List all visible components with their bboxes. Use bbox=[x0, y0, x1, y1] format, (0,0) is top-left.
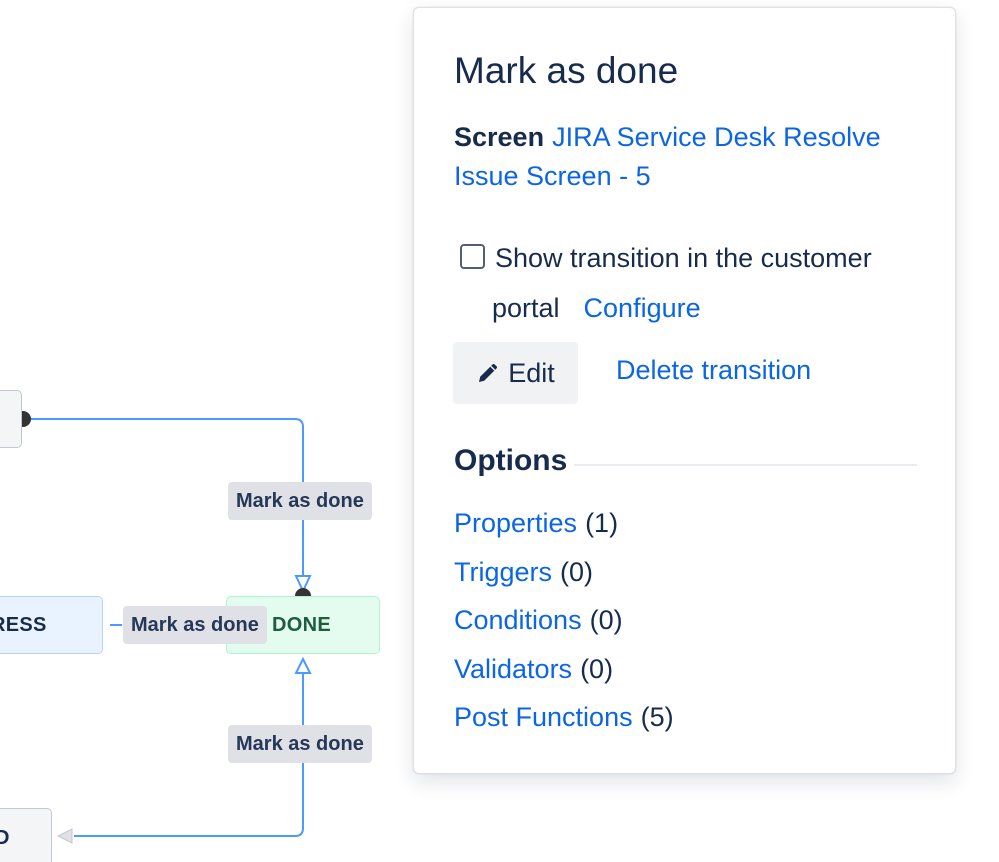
option-post-functions-count: (5) bbox=[640, 702, 674, 732]
status-node-bottom[interactable]: D bbox=[0, 808, 52, 862]
edit-button[interactable]: Edit bbox=[453, 342, 578, 404]
delete-transition-link[interactable]: Delete transition bbox=[616, 355, 811, 386]
screen-info: Screen JIRA Service Desk Resolve Issue Sc… bbox=[454, 118, 924, 196]
screen-label: Screen bbox=[454, 122, 545, 152]
status-bottom-label: D bbox=[0, 827, 10, 850]
status-node-top[interactable] bbox=[0, 390, 22, 448]
option-conditions-link[interactable]: Conditions bbox=[454, 605, 582, 635]
show-in-portal-checkbox[interactable] bbox=[460, 244, 485, 270]
status-node-in-progress[interactable]: RESS bbox=[0, 596, 103, 654]
option-triggers-count: (0) bbox=[560, 556, 594, 587]
option-conditions: Conditions (0) bbox=[454, 600, 674, 649]
options-list: Properties (1) Triggers (0) Conditions (0) … bbox=[454, 503, 674, 746]
edit-button-label: Edit bbox=[508, 357, 555, 388]
option-post-functions: Post Functions (5) bbox=[454, 697, 674, 746]
option-validators: Validators (0) bbox=[454, 649, 674, 698]
pencil-icon bbox=[479, 363, 498, 382]
portal-second-line: portal Configure bbox=[492, 283, 701, 333]
portal-checkbox-label-line2: portal bbox=[492, 293, 560, 323]
option-triggers: Triggers (0) bbox=[454, 552, 674, 601]
workflow-editor: RESS DONE D Mark as done Mark as done Ma… bbox=[0, 0, 999, 862]
option-properties-link[interactable]: Properties bbox=[454, 508, 577, 538]
option-validators-link[interactable]: Validators bbox=[454, 654, 572, 684]
option-triggers-link[interactable]: Triggers bbox=[454, 557, 552, 587]
arrowhead-into-bottom-node bbox=[56, 828, 73, 844]
transition-label-middle[interactable]: Mark as done bbox=[123, 606, 267, 644]
status-done-label: DONE bbox=[272, 613, 331, 636]
option-validators-count: (0) bbox=[580, 653, 614, 684]
arrowhead-out-of-done-bottom bbox=[294, 656, 312, 674]
transition-label-bottom[interactable]: Mark as done bbox=[228, 725, 372, 763]
options-divider bbox=[574, 464, 917, 466]
configure-link[interactable]: Configure bbox=[584, 293, 701, 323]
transition-details-panel: Mark as done Screen JIRA Service Desk Res… bbox=[413, 7, 956, 774]
option-post-functions-link[interactable]: Post Functions bbox=[454, 702, 633, 732]
status-in-progress-label: RESS bbox=[0, 613, 47, 636]
option-properties: Properties (1) bbox=[454, 503, 674, 552]
portal-checkbox-label-line1: Show transition in the customer bbox=[495, 243, 872, 273]
customer-portal-option: Show transition in the customer portal Co… bbox=[460, 233, 930, 323]
option-conditions-count: (0) bbox=[589, 605, 623, 635]
panel-title: Mark as done bbox=[454, 50, 679, 91]
transition-label-top[interactable]: Mark as done bbox=[228, 482, 372, 520]
option-properties-count: (1) bbox=[585, 508, 619, 538]
options-heading: Options bbox=[454, 444, 568, 477]
